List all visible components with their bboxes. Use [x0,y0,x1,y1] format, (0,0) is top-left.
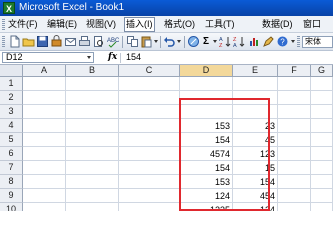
menu-grip-handle[interactable] [2,19,5,30]
toolbar-grip-handle[interactable] [2,36,5,48]
svg-text:Z: Z [219,43,223,48]
highlight-rectangle [179,98,270,211]
copy-icon[interactable] [126,35,139,48]
menu-tools[interactable]: 工具(T) [205,18,235,31]
column-gridline [118,77,119,211]
row-header-2[interactable]: 2 [0,91,23,105]
hyperlink-icon[interactable] [187,35,200,48]
new-document-icon[interactable] [8,35,21,48]
svg-text:ABC: ABC [107,38,119,44]
row-header-1[interactable]: 1 [0,77,23,91]
column-header-b[interactable]: B [66,65,119,77]
row-header-6[interactable]: 6 [0,147,23,161]
worksheet-grid: A B C D E F G 1 2 3 4 5 6 7 8 9 10 11 15… [0,65,333,211]
chart-wizard-icon[interactable] [248,35,261,48]
column-header-g[interactable]: G [311,65,333,77]
svg-text:?: ? [280,38,285,47]
permission-icon[interactable] [50,35,63,48]
print-preview-icon[interactable] [92,35,105,48]
formula-bar: D12 fx 154 [0,51,333,65]
formula-input[interactable]: 154 [126,52,141,63]
menu-view[interactable]: 视图(V) [86,18,116,31]
name-box[interactable]: D12 [2,52,94,63]
undo-icon[interactable] [163,35,176,48]
row-header-9[interactable]: 9 [0,189,23,203]
print-icon[interactable] [78,35,91,48]
row-header-8[interactable]: 8 [0,175,23,189]
column-header-d[interactable]: D [180,65,233,77]
spelling-icon[interactable]: ABC [106,35,119,48]
sort-ascending-icon[interactable]: AZ [219,35,232,48]
title-bar: X Microsoft Excel - Book1 [0,0,333,16]
window-title: Microsoft Excel - Book1 [19,2,125,13]
email-icon[interactable] [64,35,77,48]
menu-insert[interactable]: 插入(I) [124,17,155,32]
menu-edit[interactable]: 编辑(E) [47,18,77,31]
column-header-a[interactable]: A [23,65,66,77]
select-all-corner[interactable] [0,65,23,77]
column-header-e[interactable]: E [233,65,278,77]
column-gridline [310,77,311,211]
paste-dropdown-arrow[interactable] [154,40,158,43]
menu-window[interactable]: 窗口 [303,18,321,31]
insert-function-button[interactable]: fx [108,52,117,63]
font-name-select[interactable]: 宋体 [302,36,333,48]
help-icon[interactable]: ? [276,35,289,48]
toolbar-separator [160,36,161,48]
formula-separator [120,53,121,63]
row-header-7[interactable]: 7 [0,161,23,175]
formatting-toolbar-grip[interactable] [297,36,300,48]
row-header-5[interactable]: 5 [0,133,23,147]
excel-app-icon[interactable]: X [3,2,15,14]
menu-format[interactable]: 格式(O) [164,18,195,31]
save-icon[interactable] [36,35,49,48]
row-header-10[interactable]: 10 [0,203,23,211]
name-box-value: D12 [6,52,23,62]
autosum-dropdown-arrow[interactable] [213,40,217,43]
menu-bar: 文件(F) 编辑(E) 视图(V) 插入(I) 格式(O) 工具(T) 数据(D… [0,16,333,33]
cell-area[interactable] [23,77,333,211]
undo-dropdown-arrow[interactable] [177,40,181,43]
column-gridline [65,77,66,211]
menu-data[interactable]: 数据(D) [262,18,293,31]
paste-icon[interactable] [140,35,153,48]
autosum-button[interactable]: Σ [203,36,209,48]
column-header-f[interactable]: F [278,65,311,77]
row-header-3[interactable]: 3 [0,105,23,119]
name-box-dropdown-arrow[interactable] [87,56,91,59]
drawing-icon[interactable] [262,35,275,48]
toolbar-separator [184,36,185,48]
column-header-c[interactable]: C [119,65,180,77]
svg-text:A: A [233,43,237,48]
sort-descending-icon[interactable]: ZA [233,35,246,48]
toolbar-options-arrow[interactable] [291,40,295,43]
menu-file[interactable]: 文件(F) [8,18,38,31]
row-header-4[interactable]: 4 [0,119,23,133]
toolbar-separator [122,36,123,48]
standard-toolbar: ABC Σ AZ ZA ? 宋体 [0,33,333,51]
open-folder-icon[interactable] [22,35,35,48]
